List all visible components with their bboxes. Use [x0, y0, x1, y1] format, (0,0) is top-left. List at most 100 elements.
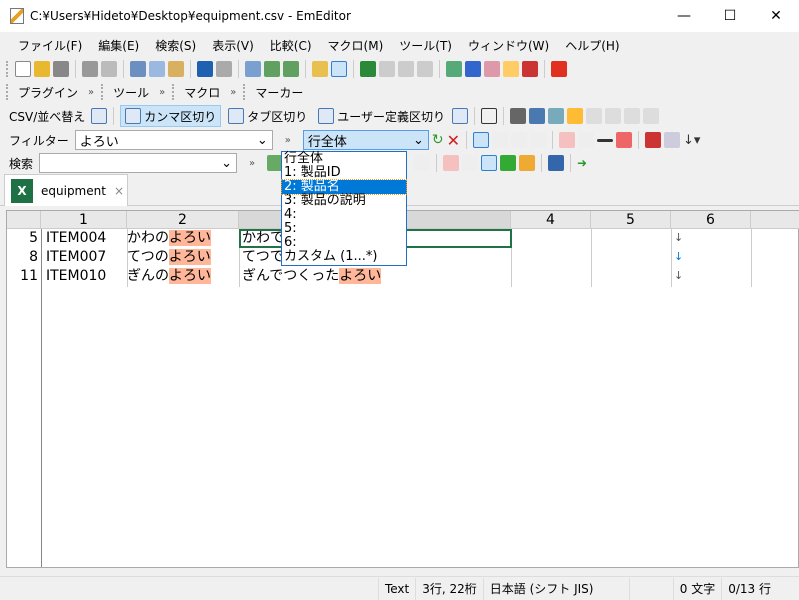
macro-toolbar-label[interactable]: マクロ	[181, 84, 223, 101]
row-number[interactable]: 5	[7, 229, 41, 247]
cell[interactable]: ITEM004	[43, 229, 127, 247]
bracket-icon[interactable]	[530, 132, 547, 148]
refresh-icon[interactable]: ↻	[432, 132, 444, 148]
chevron-down-icon[interactable]: ⌄	[257, 133, 268, 148]
column-header[interactable]: 1	[41, 211, 127, 229]
menu-macro[interactable]: マクロ(M)	[320, 37, 392, 54]
cut-icon[interactable]	[130, 61, 146, 77]
paste-icon[interactable]	[168, 61, 184, 77]
tab-separated-button[interactable]: タブ区切り	[224, 105, 311, 127]
clear-filter-icon[interactable]: ✕	[447, 131, 460, 150]
wrap-icon[interactable]	[379, 61, 395, 77]
status-mode[interactable]: Text	[377, 577, 415, 600]
settings-icon[interactable]	[503, 61, 519, 77]
column-header[interactable]: 4	[511, 211, 591, 229]
user-defined-separated-button[interactable]: ユーザー定義区切り	[314, 105, 449, 127]
menu-edit[interactable]: 編集(E)	[90, 37, 147, 54]
cell[interactable]: ITEM010	[43, 267, 127, 285]
dropdown-item[interactable]: 4:	[282, 208, 406, 222]
minus-icon[interactable]	[597, 138, 614, 142]
redo-icon[interactable]	[216, 61, 232, 77]
close-button[interactable]: ✕	[753, 0, 799, 32]
menu-compare[interactable]: 比較(C)	[262, 37, 320, 54]
undo-icon[interactable]	[197, 61, 213, 77]
more-icon[interactable]: »	[226, 87, 240, 98]
more-icon[interactable]: »	[155, 87, 169, 98]
dropdown-item[interactable]: 6:	[282, 236, 406, 250]
check-icon[interactable]	[522, 61, 538, 77]
more-icon[interactable]: »	[84, 87, 98, 98]
menu-search[interactable]: 検索(S)	[147, 37, 204, 54]
filter-column-select[interactable]: 行全体 ⌄	[302, 130, 429, 150]
escape-icon[interactable]	[511, 132, 528, 148]
status-encoding[interactable]: 日本語 (シフト JIS)	[482, 577, 629, 600]
more-icon[interactable]: »	[276, 135, 300, 146]
menu-window[interactable]: ウィンドウ(W)	[460, 37, 557, 54]
menu-tools[interactable]: ツール(T)	[391, 37, 460, 54]
sort-icon[interactable]	[548, 108, 565, 124]
clear-icon[interactable]	[616, 132, 633, 148]
globe-icon[interactable]	[465, 61, 481, 77]
comma-separated-button[interactable]: カンマ区切り	[120, 105, 222, 127]
bracket-icon[interactable]	[414, 155, 430, 171]
replace-icon[interactable]	[312, 61, 328, 77]
filter-input[interactable]: よろい ⌄	[74, 130, 273, 150]
screen-icon[interactable]	[548, 155, 564, 171]
column-header[interactable]: 2	[127, 211, 239, 229]
find-next-icon[interactable]	[264, 61, 280, 77]
sort-len-icon[interactable]	[643, 108, 660, 124]
match-case-icon[interactable]	[559, 132, 576, 148]
marker-toolbar-label[interactable]: マーカー	[252, 84, 306, 101]
advanced-filter-icon[interactable]	[473, 132, 490, 148]
cell[interactable]: ぎんでつくったよろい	[239, 267, 511, 285]
save-icon[interactable]	[53, 61, 69, 77]
plugins-toolbar-label[interactable]: プラグイン	[15, 84, 81, 101]
stop-icon[interactable]	[551, 61, 567, 77]
dropdown-item[interactable]: 3: 製品の説明	[282, 194, 406, 208]
clipboard-icon[interactable]	[446, 61, 462, 77]
sort-desc-icon[interactable]	[605, 108, 622, 124]
column-header[interactable]: 6	[671, 211, 751, 229]
open-folder-icon[interactable]	[34, 61, 50, 77]
table-icon[interactable]	[452, 108, 469, 124]
cell[interactable]: かわのよろい	[127, 229, 239, 247]
whole-word-icon[interactable]	[462, 155, 478, 171]
copy-icon[interactable]	[149, 61, 165, 77]
dropdown-item[interactable]: カスタム (1...*)	[282, 250, 406, 264]
filter-column-dropdown[interactable]: 行全体 1: 製品ID 2: 製品名 3: 製品の説明 4: 5: 6: カスタ…	[281, 151, 407, 266]
match-case-icon[interactable]	[443, 155, 459, 171]
close-tab-icon[interactable]: ×	[114, 184, 124, 198]
status-position[interactable]: 3行, 22桁	[415, 577, 483, 600]
window-icon[interactable]	[417, 61, 433, 77]
filter-icon[interactable]	[331, 61, 347, 77]
minimize-button[interactable]: —	[661, 0, 707, 32]
bookmark-icon[interactable]	[645, 132, 662, 148]
sort-asc-icon[interactable]	[586, 108, 603, 124]
search-input[interactable]: ⌄	[39, 153, 238, 173]
list-icon[interactable]	[519, 155, 535, 171]
regex-icon[interactable]	[492, 132, 509, 148]
resize-grip[interactable]	[777, 578, 799, 600]
columns-icon[interactable]	[529, 108, 546, 124]
menu-view[interactable]: 表示(V)	[204, 37, 262, 54]
chevron-down-icon[interactable]: ⌄	[221, 156, 232, 171]
csv-sort-label[interactable]: CSV/並べ替え	[6, 108, 88, 125]
cell[interactable]: ITEM007	[43, 248, 127, 266]
crosshair-icon[interactable]	[481, 108, 498, 124]
table-icon[interactable]	[91, 108, 108, 124]
menu-help[interactable]: ヘルプ(H)	[557, 37, 627, 54]
split-icon[interactable]	[398, 61, 414, 77]
more-icon[interactable]: »	[240, 158, 264, 169]
menu-file[interactable]: ファイル(F)	[10, 37, 90, 54]
whole-word-icon[interactable]	[578, 132, 595, 148]
find-prev-icon[interactable]	[283, 61, 299, 77]
maximize-button[interactable]: ☐	[707, 0, 753, 32]
dropdown-item[interactable]: 5:	[282, 222, 406, 236]
print-preview-icon[interactable]	[101, 61, 117, 77]
sort2-icon[interactable]	[567, 108, 584, 124]
row-number[interactable]: 11	[7, 267, 41, 285]
network-icon[interactable]	[500, 155, 516, 171]
tab-equipment[interactable]: X equipment ×	[4, 174, 128, 206]
macro-icon[interactable]	[484, 61, 500, 77]
arrow-down-icon[interactable]: ↓▾	[683, 133, 700, 148]
